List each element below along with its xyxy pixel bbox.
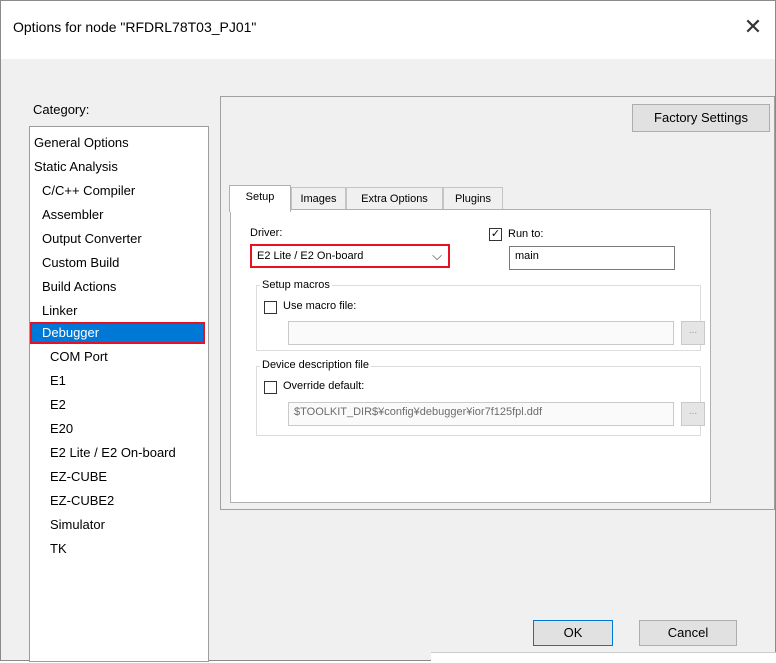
category-list[interactable]: General Options Static Analysis C/C++ Co… bbox=[29, 126, 209, 662]
ok-button[interactable]: OK bbox=[533, 620, 613, 646]
chevron-down-icon: ⌵ bbox=[432, 248, 442, 263]
tab-setup[interactable]: Setup bbox=[229, 185, 291, 212]
category-item-assembler[interactable]: Assembler bbox=[42, 204, 204, 226]
override-default-label: Override default: bbox=[283, 380, 365, 392]
close-icon[interactable]: ✕ bbox=[739, 13, 767, 41]
tab-images[interactable]: Images bbox=[291, 187, 346, 211]
factory-settings-button[interactable]: Factory Settings bbox=[632, 104, 770, 132]
category-item-e1[interactable]: E1 bbox=[50, 370, 204, 392]
category-item-static-analysis[interactable]: Static Analysis bbox=[34, 156, 204, 178]
dialog-title: Options for node "RFDRL78T03_PJ01" bbox=[13, 19, 257, 35]
category-item-custom-build[interactable]: Custom Build bbox=[42, 252, 204, 274]
category-item-build-actions[interactable]: Build Actions bbox=[42, 276, 204, 298]
category-item-linker[interactable]: Linker bbox=[42, 300, 204, 322]
use-macro-checkbox[interactable] bbox=[264, 301, 277, 314]
category-item-com-port[interactable]: COM Port bbox=[50, 346, 204, 368]
cancel-button[interactable]: Cancel bbox=[639, 620, 737, 646]
title-bar: Options for node "RFDRL78T03_PJ01" ✕ bbox=[1, 1, 775, 59]
macro-browse-button[interactable]: ... bbox=[681, 321, 705, 345]
category-item-ez-cube[interactable]: EZ-CUBE bbox=[50, 466, 204, 488]
run-to-checkbox[interactable]: ✓ bbox=[489, 228, 502, 241]
category-item-simulator[interactable]: Simulator bbox=[50, 514, 204, 536]
macro-file-input[interactable] bbox=[288, 321, 674, 345]
run-to-label: Run to: bbox=[508, 228, 544, 240]
ddf-browse-button[interactable]: ... bbox=[681, 402, 705, 426]
tab-plugins[interactable]: Plugins bbox=[443, 187, 503, 211]
options-dialog: Options for node "RFDRL78T03_PJ01" ✕ Cat… bbox=[0, 0, 776, 663]
category-item-e2-lite[interactable]: E2 Lite / E2 On-board bbox=[50, 442, 204, 464]
tab-extra-options[interactable]: Extra Options bbox=[346, 187, 443, 211]
run-to-input[interactable]: main bbox=[509, 246, 675, 270]
driver-label: Driver: bbox=[250, 227, 283, 239]
category-item-e20[interactable]: E20 bbox=[50, 418, 204, 440]
driver-select-value: E2 Lite / E2 On-board bbox=[257, 250, 364, 262]
use-macro-label: Use macro file: bbox=[283, 300, 357, 312]
category-item-debugger[interactable]: Debugger bbox=[30, 322, 205, 344]
category-item-general-options[interactable]: General Options bbox=[34, 132, 204, 154]
category-item-tk[interactable]: TK bbox=[50, 538, 204, 560]
device-description-title: Device description file bbox=[260, 359, 371, 371]
driver-select[interactable]: E2 Lite / E2 On-board ⌵ bbox=[250, 244, 450, 268]
category-item-c-compiler[interactable]: C/C++ Compiler bbox=[42, 180, 204, 202]
background-window-edge bbox=[431, 652, 776, 663]
checkmark-icon: ✓ bbox=[490, 228, 501, 240]
category-label: Category: bbox=[33, 102, 90, 117]
category-item-e2[interactable]: E2 bbox=[50, 394, 204, 416]
category-item-ez-cube2[interactable]: EZ-CUBE2 bbox=[50, 490, 204, 512]
setup-macros-title: Setup macros bbox=[260, 279, 332, 291]
ddf-path-input[interactable]: $TOOLKIT_DIR$¥config¥debugger¥ior7f125fp… bbox=[288, 402, 674, 426]
category-item-output-converter[interactable]: Output Converter bbox=[42, 228, 204, 250]
override-default-checkbox[interactable] bbox=[264, 381, 277, 394]
